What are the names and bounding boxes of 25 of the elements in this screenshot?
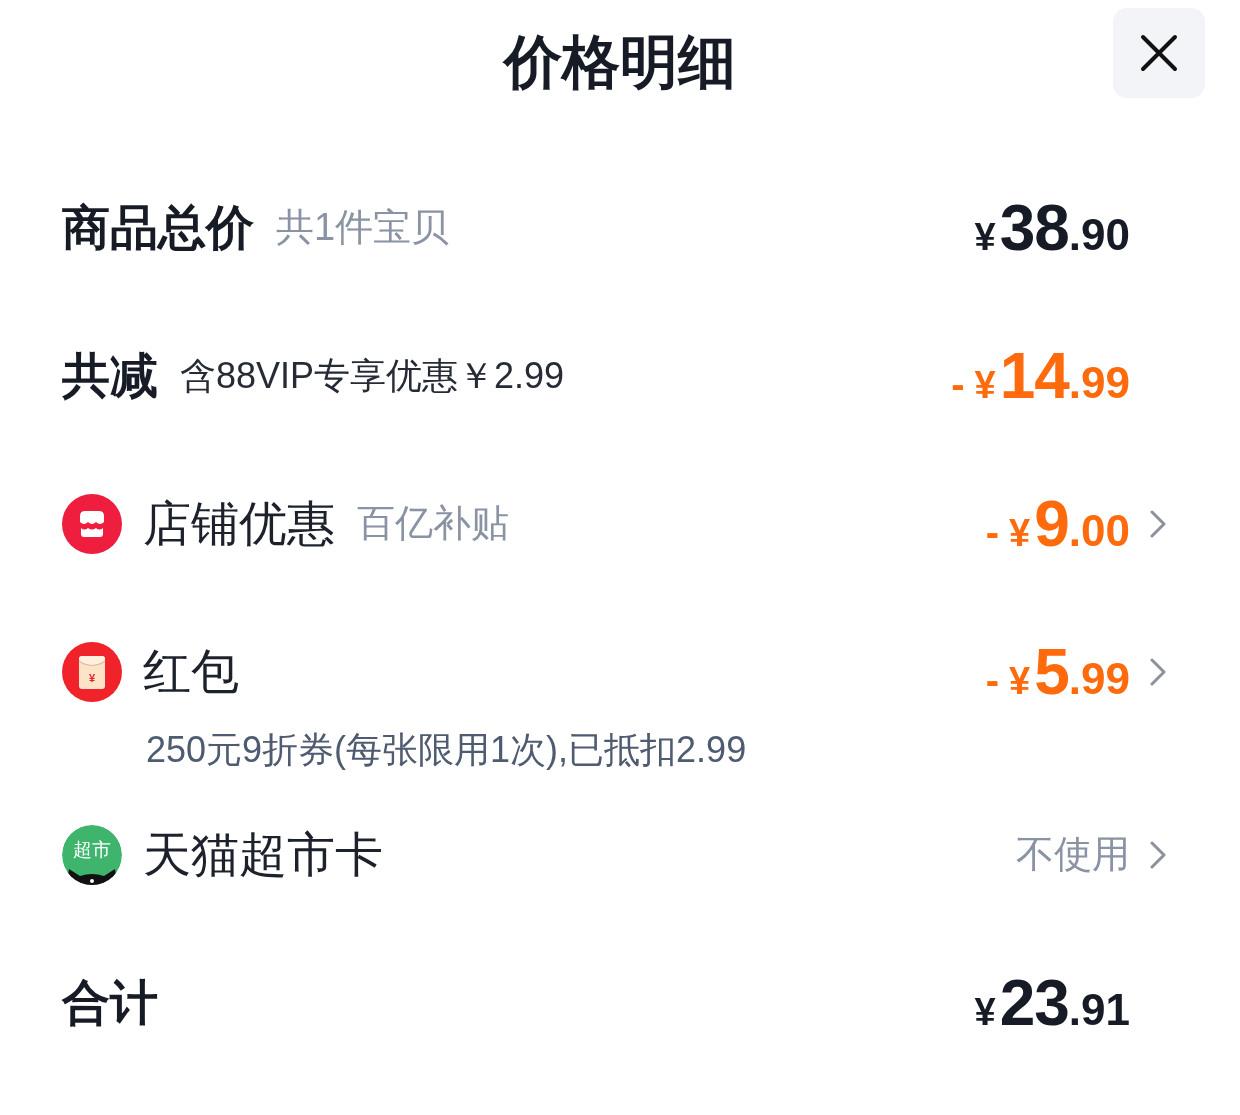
price-amount: ¥38.90 [974,196,1130,260]
row-label: 店铺优惠 [143,497,335,551]
chevron-right-icon[interactable] [1150,841,1166,869]
close-button[interactable] [1113,8,1205,98]
store-icon [62,494,122,554]
price-amount: ¥23.91 [974,971,1130,1035]
row-note: 共1件宝贝 [276,205,450,251]
row-label: 合计 [62,976,158,1030]
envelope-icon: ¥ [62,642,122,702]
row-note: 含88VIP专享优惠￥2.99 [180,354,565,398]
chevron-right-icon[interactable] [1150,510,1166,538]
option-value: 不使用 [1016,832,1130,878]
supermarket-badge-icon: 超市 [62,825,122,885]
close-icon [1139,33,1179,73]
price-amount: - ¥14.99 [951,344,1130,408]
coupon-detail: 250元9折券(每张限用1次),已抵扣2.99 [146,728,747,772]
chevron-right-icon[interactable] [1150,658,1166,686]
row-label: 天猫超市卡 [143,828,383,882]
price-amount: - ¥9.00 [985,492,1130,556]
row-note: 百亿补贴 [357,501,509,547]
dialog-title: 价格明细 [504,33,736,91]
row-label: 商品总价 [62,201,254,255]
row-label: 共减 [62,349,158,403]
row-label: 红包 [143,645,239,699]
price-amount: - ¥5.99 [985,640,1130,704]
